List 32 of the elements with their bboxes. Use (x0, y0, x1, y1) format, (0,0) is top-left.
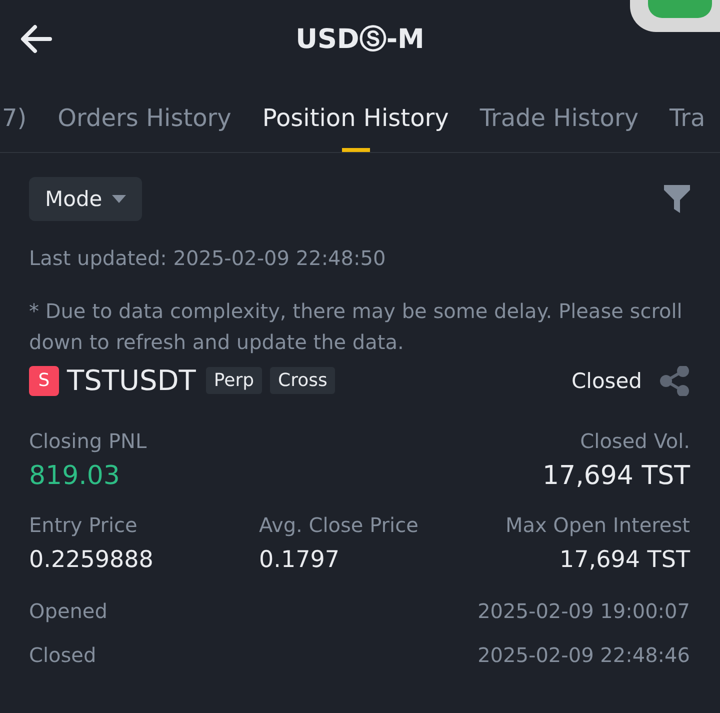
time-value: 2025-02-09 19:00:07 (478, 599, 690, 623)
notice-text: * Due to data complexity, there may be some delay. Please scroll down to refresh and update the data. (29, 298, 684, 356)
stat-value: 0.1797 (259, 547, 340, 573)
stat-value: 17,694 TST (560, 547, 690, 573)
tab[interactable]: Position History (262, 78, 449, 152)
pnl-value: 819.03 (29, 461, 120, 491)
volume-value: 17,694 TST (542, 461, 690, 491)
time-value: 2025-02-09 22:48:46 (478, 643, 690, 667)
pnl-label: Closing PNL (29, 429, 147, 453)
page-title: USDⓈ-M (296, 23, 424, 57)
side-badge: S (29, 366, 59, 396)
stat-label: Avg. Close Price (259, 513, 418, 537)
tab[interactable]: Orders History (58, 78, 232, 152)
volume-label: Closed Vol. (580, 429, 690, 453)
share-icon[interactable] (660, 366, 690, 396)
time-label: Closed (29, 643, 96, 667)
stat-label: Max Open Interest (505, 513, 690, 537)
tag: Cross (270, 367, 336, 394)
back-arrow-icon[interactable] (20, 24, 52, 54)
time-label: Opened (29, 599, 108, 623)
tab[interactable]: Trade History (480, 78, 639, 152)
tab[interactable]: Tra (670, 78, 706, 152)
mode-dropdown[interactable]: Mode (29, 177, 142, 221)
filter-icon[interactable] (664, 185, 690, 213)
status-text: Closed (571, 368, 642, 392)
caret-icon (112, 195, 126, 203)
symbol-name: TSTUSDT (67, 364, 196, 397)
stat-label: Entry Price (29, 513, 138, 537)
last-updated-text: Last updated: 2025-02-09 22:48:50 (29, 245, 387, 272)
tab[interactable]: 7) (2, 78, 27, 152)
tag: Perp (206, 367, 262, 394)
stat-value: 0.2259888 (29, 547, 154, 573)
